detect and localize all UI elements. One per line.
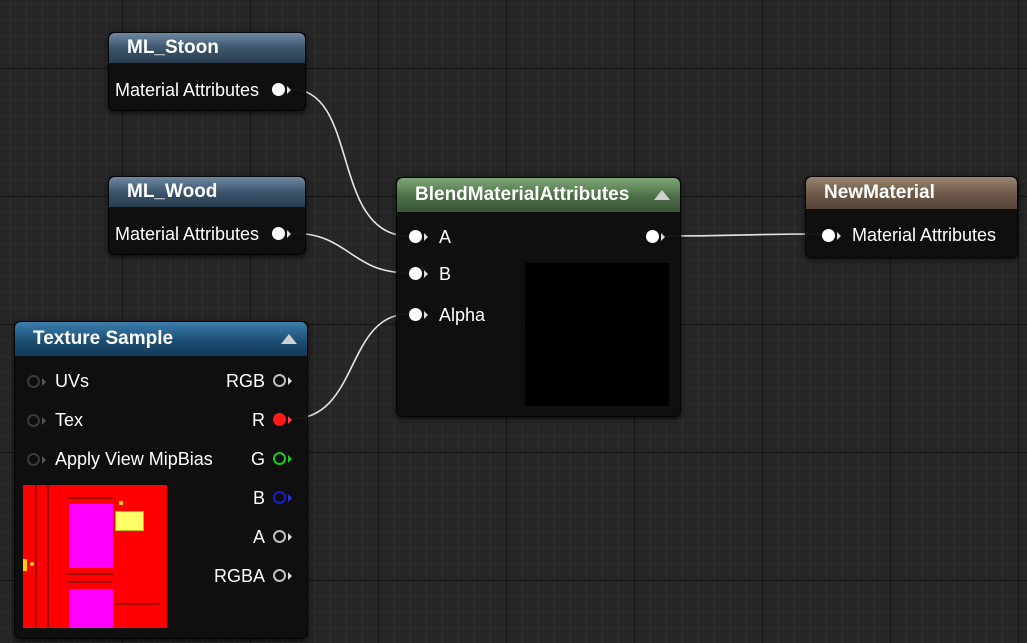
rgba-output-label: RGBA: [213, 566, 265, 586]
pin-arrow-icon: [661, 233, 665, 241]
pin-arrow-icon: [424, 270, 428, 278]
blend-a-input-pin[interactable]: [409, 230, 422, 243]
pin-arrow-icon: [42, 378, 46, 386]
texture-sample-node[interactable]: Texture Sample UVs Tex Apply View MipBia…: [14, 321, 308, 639]
collapse-arrow-icon[interactable]: [654, 190, 670, 200]
blend-a-input-label: A: [439, 227, 452, 247]
tex-input-pin[interactable]: [27, 414, 40, 427]
pin-arrow-icon: [424, 311, 428, 319]
pin-arrow-icon: [287, 230, 291, 238]
texture-sample-title[interactable]: Texture Sample: [15, 322, 307, 356]
blend-preview: [525, 263, 669, 406]
pin-arrow-icon: [288, 533, 292, 541]
new-material-node[interactable]: NewMaterial Material Attributes: [805, 176, 1018, 258]
pin-arrow-icon: [288, 455, 292, 463]
ml-wood-output-label: Material Attributes: [115, 224, 260, 244]
texture-sample-title-text: Texture Sample: [33, 328, 174, 349]
mipbias-input-pin[interactable]: [27, 453, 40, 466]
g-output-label: G: [250, 449, 265, 469]
rgb-output-label: RGB: [225, 371, 265, 391]
blend-alpha-input-label: Alpha: [439, 305, 486, 325]
pin-arrow-icon: [837, 232, 841, 240]
blend-b-input-label: B: [439, 264, 452, 284]
new-material-input-label: Material Attributes: [852, 225, 997, 245]
new-material-title[interactable]: NewMaterial: [806, 177, 1017, 209]
mipbias-input-label: Apply View MipBias: [55, 449, 213, 469]
pin-arrow-icon: [288, 572, 292, 580]
a-output-label: A: [252, 527, 265, 547]
g-output-pin[interactable]: [273, 452, 286, 465]
wire-blend-to-result: [663, 233, 823, 237]
uvs-input-label: UVs: [55, 371, 90, 391]
pin-arrow-icon: [42, 417, 46, 425]
pin-arrow-icon: [424, 233, 428, 241]
blend-alpha-input-pin[interactable]: [409, 308, 422, 321]
pin-arrow-icon: [42, 456, 46, 464]
ml-stoon-title[interactable]: ML_Stoon: [109, 33, 305, 63]
pin-arrow-icon: [288, 494, 292, 502]
a-output-pin[interactable]: [273, 530, 286, 543]
blend-title[interactable]: BlendMaterialAttributes: [397, 178, 680, 212]
collapse-arrow-icon[interactable]: [281, 334, 297, 344]
ml-wood-output-pin[interactable]: [272, 227, 285, 240]
r-output-pin[interactable]: [273, 413, 286, 426]
wire-wood-to-b: [290, 232, 410, 274]
ml-stoon-node[interactable]: ML_Stoon Material Attributes: [108, 32, 306, 111]
pin-arrow-icon: [288, 416, 292, 424]
ml-stoon-output-label: Material Attributes: [115, 80, 260, 100]
wire-r-to-alpha: [290, 313, 410, 420]
pin-arrow-icon: [288, 377, 292, 385]
blend-title-text: BlendMaterialAttributes: [415, 184, 630, 205]
ml-stoon-output-pin[interactable]: [272, 83, 285, 96]
b-output-pin[interactable]: [273, 491, 286, 504]
rgba-output-pin[interactable]: [273, 569, 286, 582]
tex-input-label: Tex: [55, 410, 84, 430]
b-output-label: B: [252, 488, 265, 508]
blend-material-attributes-node[interactable]: BlendMaterialAttributes A B Alpha: [396, 177, 681, 417]
rgb-output-pin[interactable]: [273, 374, 286, 387]
uvs-input-pin[interactable]: [27, 375, 40, 388]
texture-preview: [23, 485, 167, 628]
blend-output-pin[interactable]: [646, 230, 659, 243]
wire-stoon-to-a: [290, 88, 410, 237]
blend-b-input-pin[interactable]: [409, 267, 422, 280]
ml-wood-node[interactable]: ML_Wood Material Attributes: [108, 176, 306, 255]
r-output-label: R: [252, 410, 265, 430]
new-material-input-pin[interactable]: [822, 229, 835, 242]
pin-arrow-icon: [287, 86, 291, 94]
ml-wood-title[interactable]: ML_Wood: [109, 177, 305, 207]
